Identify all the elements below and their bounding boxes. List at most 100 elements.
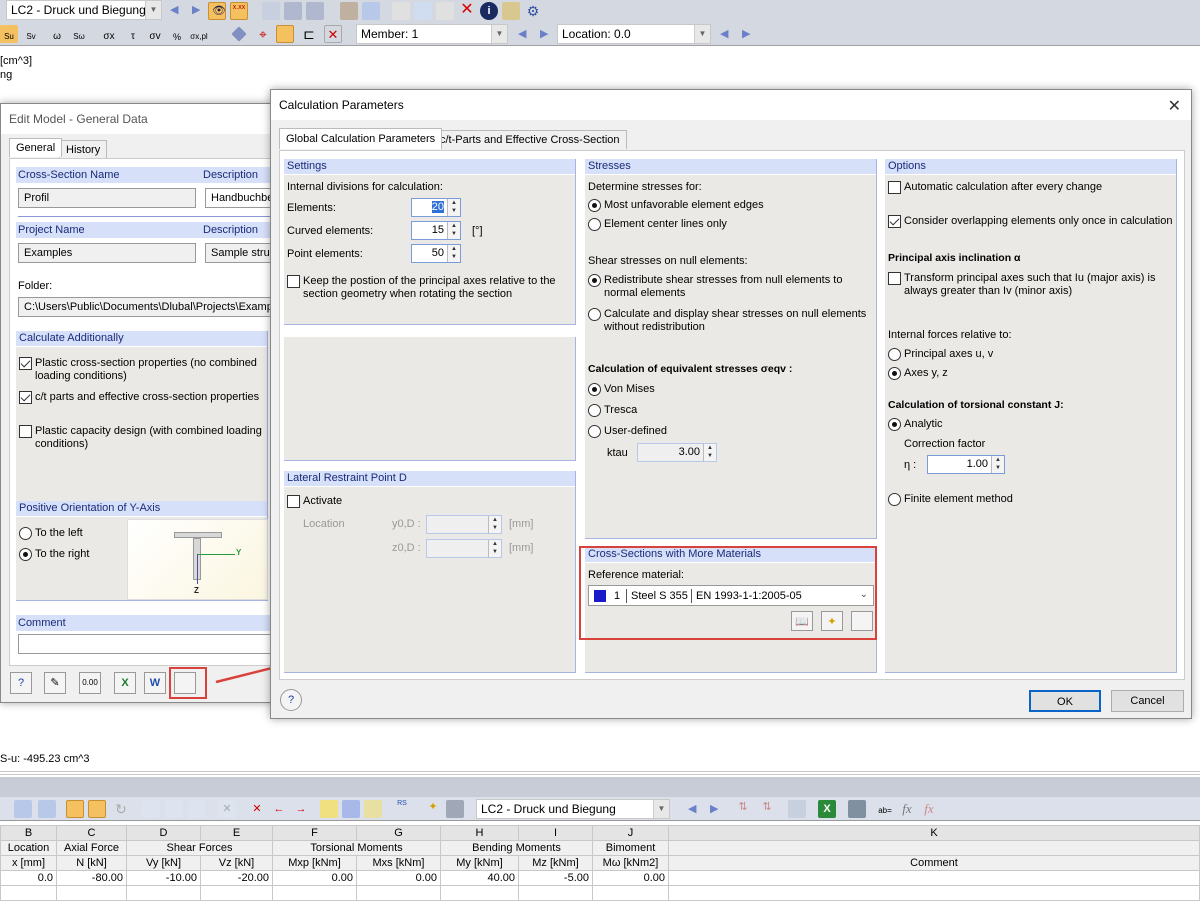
table-view-icon[interactable] [320,800,338,818]
col-letter[interactable]: G [356,825,441,841]
overlap-checkbox[interactable] [888,215,901,228]
table-cell[interactable] [200,885,273,901]
spinner[interactable]: ▲ ▼ [488,516,501,533]
table-cell[interactable] [518,885,593,901]
point-input[interactable]: 50 ▲ ▼ [411,244,461,263]
center-radio[interactable] [588,218,601,231]
refresh-icon[interactable]: ↻ [112,800,130,818]
y-input[interactable]: ▲ ▼ [426,515,502,534]
col-letter[interactable]: B [0,825,57,841]
col-letter[interactable]: E [200,825,273,841]
table-cell[interactable] [592,885,669,901]
redistribute-radio[interactable] [588,274,601,287]
ok-button[interactable]: OK [1029,690,1101,712]
calc-display-radio[interactable] [588,308,601,321]
results-table-icon[interactable] [788,800,806,818]
keep-axes-checkbox[interactable] [287,275,300,288]
rs-import-icon[interactable]: RS [393,800,411,818]
clear-icon[interactable]: ✕ [218,800,236,818]
spinner[interactable]: ▲ ▼ [447,245,460,262]
table-cell[interactable]: 40.00 [440,870,519,886]
table-cell[interactable]: 0.00 [356,870,441,886]
formula-editor-icon[interactable]: ab= [876,800,894,818]
table-cell[interactable]: 0.00 [272,870,357,886]
edges-radio[interactable] [588,199,601,212]
prev-table-icon[interactable] [14,800,32,818]
table-cell[interactable] [356,885,441,901]
insert-row-icon[interactable] [188,800,206,818]
table-cell[interactable]: -10.00 [126,870,201,886]
fx-icon[interactable]: fx [898,800,916,818]
table-cell[interactable] [56,885,127,901]
copy-row-icon[interactable] [165,800,183,818]
table-cell[interactable] [668,885,1200,901]
group-header-row: Location Axial Force Shear Forces Torsio… [0,840,1200,856]
user-defined-radio[interactable] [588,425,601,438]
spinner[interactable]: ▲ ▼ [488,540,501,557]
spinner[interactable]: ▲ ▼ [991,456,1004,473]
spinner[interactable]: ▲ ▼ [447,199,460,216]
excel-icon[interactable]: X [818,800,836,818]
table-cell[interactable] [668,870,1200,886]
eta-input[interactable]: 1.00 ▲ ▼ [927,455,1005,474]
analytic-radio[interactable] [888,418,901,431]
calculator-icon[interactable] [848,800,866,818]
cancel-button[interactable]: Cancel [1111,690,1184,712]
table-cell[interactable]: -20.00 [200,870,273,886]
col-letter[interactable]: C [56,825,127,841]
transform-checkbox[interactable] [888,272,901,285]
table-cell[interactable]: 0.0 [0,870,57,886]
fem-radio[interactable] [888,493,901,506]
settings-table-icon[interactable] [446,800,464,818]
activate-checkbox[interactable] [287,495,300,508]
table-cell[interactable]: -5.00 [518,870,593,886]
shift-right-icon[interactable]: → [292,800,310,818]
ktau-input[interactable]: 3.00 ▲ ▼ [637,443,717,462]
help-button[interactable]: ? [280,689,302,711]
col-letter[interactable]: D [126,825,201,841]
spinner[interactable]: ▲ ▼ [703,444,716,461]
col-letter[interactable]: I [518,825,593,841]
fx-remove-icon[interactable]: fx [920,800,938,818]
location-label: Location [303,518,345,530]
col-letter[interactable]: J [592,825,669,841]
vonmises-radio[interactable] [588,383,601,396]
filter-down-icon[interactable]: ⇅ [758,800,776,818]
principal-axes-radio[interactable] [888,348,901,361]
dialog-title: Calculation Parameters [271,90,1191,120]
shift-left-icon[interactable]: ← [270,800,288,818]
activate-label: Activate [303,495,343,507]
edit-table-icon[interactable] [364,800,382,818]
tresca-radio[interactable] [588,404,601,417]
redo-icon[interactable] [88,800,106,818]
next-table-icon[interactable] [38,800,56,818]
col-letter[interactable]: K [668,825,1200,841]
auto-calc-checkbox[interactable] [888,181,901,194]
prev-lc-icon[interactable]: ◀ [688,802,696,815]
spinner[interactable]: ▲ ▼ [447,222,460,239]
tab-global-params[interactable]: Global Calculation Parameters [279,128,443,149]
table-cell[interactable] [272,885,357,901]
undo-icon[interactable] [66,800,84,818]
table-loadcase-select[interactable]: LC2 - Druck und Biegung ▼ [476,799,670,819]
tab-ct-parts[interactable]: c/t-Parts and Effective Cross-Section [433,130,627,149]
table-cell[interactable]: 0.00 [592,870,669,886]
next-lc-icon[interactable]: ▶ [710,802,718,815]
table-cell[interactable] [440,885,519,901]
close-icon[interactable]: ✕ [1168,96,1181,116]
col-letter[interactable]: H [440,825,519,841]
delete-column-icon[interactable]: ✕ [248,800,266,818]
table-cell[interactable] [126,885,201,901]
col-letter[interactable]: F [272,825,357,841]
elements-input[interactable]: 20 ▲ ▼ [411,198,461,217]
filter-up-icon[interactable]: ⇅ [734,800,752,818]
import-icon[interactable]: ✦ [424,800,442,818]
table-view2-icon[interactable] [342,800,360,818]
table-cell[interactable] [0,885,57,901]
curved-input[interactable]: 15 ▲ ▼ [411,221,461,240]
add-row-icon[interactable] [142,800,160,818]
axes-yz-radio[interactable] [888,367,901,380]
z-input[interactable]: ▲ ▼ [426,539,502,558]
tab-general[interactable]: General [9,138,63,157]
table-cell[interactable]: -80.00 [56,870,127,886]
